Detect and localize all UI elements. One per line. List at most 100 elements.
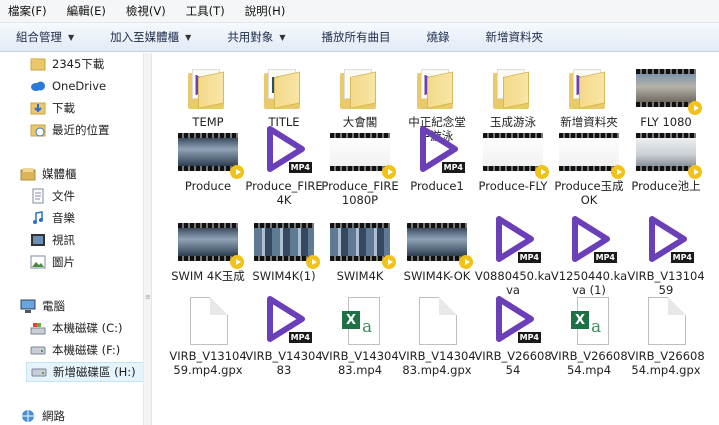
nav-item[interactable]: 電腦: [16, 296, 143, 316]
nav-item[interactable]: 2345下載: [26, 54, 143, 74]
nav-item[interactable]: 本機磁碟 (F:): [26, 340, 143, 360]
file-thumbnail: [328, 125, 396, 179]
file-item[interactable]: VIRB_V1430483.mp4.gpx: [398, 295, 476, 377]
file-item[interactable]: Produce玉成OK: [550, 125, 628, 207]
file-thumbnail: [176, 295, 240, 345]
documents-icon: [30, 188, 46, 204]
nav-item-label: 本機磁碟 (F:): [52, 343, 121, 357]
nav-item[interactable]: 網路: [16, 406, 143, 425]
file-item[interactable]: TEMP: [169, 61, 247, 129]
file-thumbnail: MP4: [634, 215, 698, 265]
file-item[interactable]: MP4 VIRB_V2660854: [474, 295, 552, 377]
video-thumbnail-icon: [254, 223, 314, 261]
toolbar-button-label: 加入至媒體櫃: [110, 30, 180, 44]
video-thumbnail-icon: [407, 223, 467, 261]
music-icon: [30, 210, 46, 226]
nav-item-label: 文件: [52, 189, 75, 203]
file-item[interactable]: MP4 V0880450.kava: [474, 215, 552, 297]
toolbar-button[interactable]: 播放所有曲目: [311, 27, 400, 47]
file-item[interactable]: SWIM4K: [321, 215, 399, 283]
excel-file-icon: Xa: [571, 297, 609, 345]
file-item[interactable]: Produce_FIRE 1080P: [321, 125, 399, 207]
file-item[interactable]: 新增資料夾: [550, 61, 628, 129]
nav-item[interactable]: 視訊: [26, 230, 143, 250]
file-item[interactable]: MP4 VIRB_V1430483: [245, 295, 323, 377]
menu-item[interactable]: 說明(H): [245, 3, 286, 19]
file-item[interactable]: Produce-FLY: [474, 125, 552, 193]
file-item[interactable]: VIRB_V2660854.mp4.gpx: [627, 295, 705, 377]
file-name: Produce池上: [631, 179, 701, 193]
chevron-down-icon: ▼: [279, 32, 286, 42]
file-name: V0880450.kava: [474, 269, 552, 297]
mp4-badge: MP4: [593, 252, 617, 263]
toolbar-button[interactable]: 燒錄: [416, 27, 459, 47]
nav-item-label: OneDrive: [52, 79, 107, 93]
folder-icon: [264, 69, 300, 109]
play-badge-icon: [535, 165, 549, 179]
file-item[interactable]: MP4 V1250440.kava (1): [550, 215, 628, 297]
file-item[interactable]: Produce池上: [627, 125, 705, 193]
file-item[interactable]: 大會閣: [321, 61, 399, 129]
file-thumbnail: [405, 215, 473, 269]
file-name: V1250440.kava (1): [550, 269, 628, 297]
drive-icon: [31, 364, 47, 380]
network-icon: [20, 408, 36, 424]
scrollbar-grip-icon: ≡: [145, 293, 151, 301]
file-item[interactable]: TITLE: [245, 61, 323, 129]
play-badge-icon: [688, 101, 702, 115]
file-item[interactable]: SWIM4K-OK: [398, 215, 476, 283]
file-thumbnail: [481, 61, 545, 111]
file-item[interactable]: 玉成游泳: [474, 61, 552, 129]
nav-item[interactable]: 文件: [26, 186, 143, 206]
file-item[interactable]: MP4 Produce1: [398, 125, 476, 193]
file-item[interactable]: Xa VIRB_V1430483.mp4: [321, 295, 399, 377]
folder-icon: [417, 69, 453, 109]
menu-item[interactable]: 檔案(F): [8, 3, 47, 19]
folder-icon: [340, 69, 376, 109]
menu-item[interactable]: 工具(T): [186, 3, 225, 19]
toolbar-button[interactable]: 共用對象 ▼: [217, 27, 295, 47]
navigation-pane-scrollbar[interactable]: ≡: [143, 53, 152, 425]
mp4-play-icon: MP4: [646, 215, 694, 265]
nav-item-label: 音樂: [52, 211, 75, 225]
nav-item[interactable]: 媒體櫃: [16, 164, 143, 184]
folder-icon: [493, 69, 529, 109]
file-name: SWIM4K-OK: [403, 269, 471, 283]
video-thumbnail-icon: [330, 223, 390, 261]
file-thumbnail: [176, 215, 244, 269]
file-item[interactable]: MP4 VIRB_V1310459: [627, 215, 705, 297]
file-item[interactable]: MP4 Produce_FIRE 4K: [245, 125, 323, 207]
video-thumbnail-icon: [636, 69, 696, 107]
folder-icon: [30, 56, 46, 72]
nav-item[interactable]: 圖片: [26, 252, 143, 272]
file-name: Produce_FIRE 4K: [245, 179, 323, 207]
menu-item[interactable]: 編輯(E): [67, 3, 106, 19]
mp4-play-icon: MP4: [493, 295, 541, 345]
nav-item[interactable]: 音樂: [26, 208, 143, 228]
file-item[interactable]: Xa VIRB_V2660854.mp4: [550, 295, 628, 377]
nav-item[interactable]: 下載: [26, 98, 143, 118]
file-item[interactable]: VIRB_V1310459.mp4.gpx: [169, 295, 247, 377]
file-item[interactable]: SWIM 4K玉成: [169, 215, 247, 283]
nav-item[interactable]: 最近的位置: [26, 120, 143, 140]
toolbar-button-label: 組合管理: [16, 30, 62, 44]
downloads-icon: [30, 100, 46, 116]
mp4-play-icon: MP4: [264, 125, 312, 175]
file-thumbnail: [557, 61, 621, 111]
toolbar-button[interactable]: 加入至媒體櫃 ▼: [100, 27, 201, 47]
toolbar-button[interactable]: 新增資料夾: [475, 27, 553, 47]
command-bar: 組合管理 ▼ 加入至媒體櫃 ▼ 共用對象 ▼ 播放所有曲目 燒錄 新增資料夾: [0, 22, 719, 52]
nav-item[interactable]: OneDrive: [26, 76, 143, 96]
file-item[interactable]: Produce: [169, 125, 247, 193]
menu-item[interactable]: 檢視(V): [126, 3, 166, 19]
video-thumbnail-icon: [636, 133, 696, 171]
file-item[interactable]: FLY 1080: [627, 61, 705, 129]
mp4-play-icon: MP4: [493, 215, 541, 265]
toolbar-button[interactable]: 組合管理 ▼: [6, 27, 84, 47]
file-name: VIRB_V2660854.mp4.gpx: [627, 349, 705, 377]
file-item[interactable]: SWIM4K(1): [245, 215, 323, 283]
file-name: VIRB_V1430483: [245, 349, 323, 377]
file-thumbnail: [176, 125, 244, 179]
nav-item[interactable]: 本機磁碟 (C:): [26, 318, 143, 338]
nav-item[interactable]: 新增磁碟區 (H:): [26, 362, 143, 382]
